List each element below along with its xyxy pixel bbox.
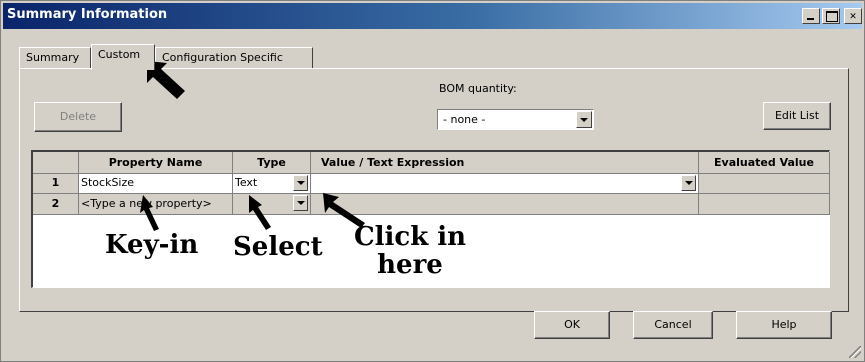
edit-list-button[interactable]: Edit List	[763, 102, 831, 130]
summary-information-dialog: Summary Information ✕ Summary Custom Con…	[0, 0, 865, 362]
row-number[interactable]: 2	[33, 194, 79, 215]
delete-label: Delete	[59, 110, 97, 123]
value-cell[interactable]	[311, 194, 699, 215]
chevron-down-icon[interactable]	[576, 111, 592, 128]
type-cell[interactable]: Text	[233, 174, 311, 194]
type-value	[233, 197, 235, 210]
bom-quantity-value: - none -	[443, 113, 486, 126]
evaluated-value-cell	[699, 174, 830, 194]
bom-quantity-select[interactable]: - none -	[437, 109, 594, 130]
keyin-annotation: Key-in	[105, 230, 199, 260]
chevron-down-icon[interactable]	[293, 175, 308, 191]
click-here-annotation: Click in here	[351, 223, 469, 279]
resize-grip-icon[interactable]	[849, 346, 861, 358]
arrow-keyin-icon	[140, 195, 159, 231]
title-bar[interactable]: Summary Information ✕	[3, 3, 862, 29]
header-property-name[interactable]: Property Name	[79, 152, 233, 174]
select-annotation: Select	[233, 232, 323, 262]
ok-button[interactable]: OK	[534, 311, 610, 339]
header-corner	[33, 152, 79, 174]
chevron-down-icon[interactable]	[681, 175, 696, 191]
property-name-cell[interactable]: StockSize	[79, 174, 233, 194]
window-title: Summary Information	[7, 7, 168, 22]
row-number[interactable]: 1	[33, 174, 79, 194]
type-value: Text	[235, 176, 258, 189]
value-text	[311, 176, 313, 189]
cancel-button[interactable]: Cancel	[633, 311, 713, 339]
click-line-2: here	[377, 250, 443, 280]
arrow-select-icon	[249, 195, 271, 230]
value-cell[interactable]	[311, 174, 699, 194]
minimize-icon[interactable]	[802, 8, 820, 24]
edit-list-label: Edit List	[774, 109, 820, 122]
arrow-click-icon	[323, 193, 365, 228]
header-evaluated-value[interactable]: Evaluated Value	[699, 152, 830, 174]
delete-button[interactable]: Delete	[34, 102, 122, 132]
help-button[interactable]: Help	[736, 311, 832, 339]
chevron-down-icon[interactable]	[293, 195, 308, 211]
tab-summary[interactable]: Summary	[19, 47, 91, 69]
close-icon[interactable]: ✕	[844, 8, 862, 24]
header-type[interactable]: Type	[233, 152, 311, 174]
evaluated-value-cell	[699, 194, 830, 215]
maximize-icon[interactable]	[822, 8, 840, 24]
header-value-text-expression[interactable]: Value / Text Expression	[311, 152, 699, 174]
tab-custom[interactable]: Custom	[91, 44, 155, 70]
bom-quantity-label: BOM quantity:	[439, 82, 517, 95]
